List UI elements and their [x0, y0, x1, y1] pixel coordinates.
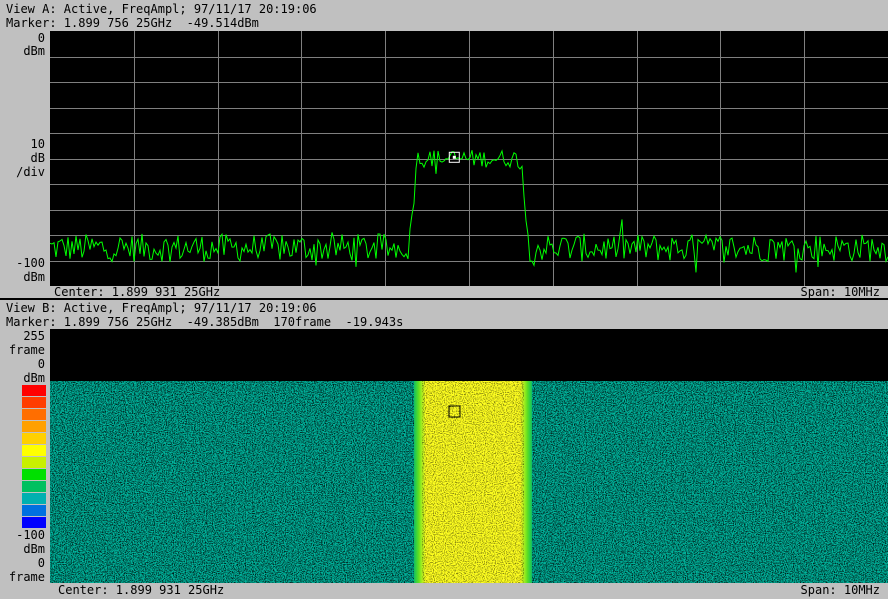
view-a-y-bottom-unit: dBm	[23, 270, 45, 284]
view-b-title: View B: Active, FreqAmpl; 97/11/17 20:19…	[6, 301, 317, 315]
view-a-scale-value: 10	[30, 137, 45, 151]
view-a-scale-unit: dB	[30, 151, 45, 165]
color-scale-swatch	[22, 517, 46, 528]
view-b-color-top-value: 0	[37, 357, 45, 371]
view-b-center-frequency: Center: 1.899 931 25GHz	[58, 583, 225, 597]
color-scale-swatch	[22, 493, 46, 504]
color-scale-swatch	[22, 469, 46, 480]
view-a-y-top-unit: dBm	[23, 44, 45, 58]
color-scale-swatch	[22, 421, 46, 432]
view-a-title: View A: Active, FreqAmpl; 97/11/17 20:19…	[6, 2, 317, 16]
spectrogram-waterfall	[50, 381, 888, 583]
spectrogram-plot[interactable]	[50, 329, 888, 583]
color-scale-swatch	[22, 397, 46, 408]
view-b-frame-top-value: 255	[23, 329, 45, 343]
view-b-frame-bottom-unit: frame	[8, 570, 45, 584]
view-a-marker-readout: Marker: 1.899 756 25GHz -49.514dBm	[6, 16, 259, 30]
color-scale-swatch	[22, 445, 46, 456]
color-scale-swatch	[22, 433, 46, 444]
color-scale-swatch	[22, 385, 46, 396]
view-b-color-bottom-unit: dBm	[23, 542, 45, 556]
color-scale-swatch	[22, 505, 46, 516]
marker-dot	[452, 155, 456, 159]
view-b-frame-bottom-value: 0	[37, 556, 45, 570]
view-b-marker-readout: Marker: 1.899 756 25GHz -49.385dBm 170fr…	[6, 315, 404, 329]
spectrogram-empty-region	[50, 329, 888, 381]
view-divider	[0, 298, 888, 300]
view-b-color-top-unit: dBm	[23, 371, 45, 385]
color-scale-swatch	[22, 457, 46, 468]
view-a-y-bottom-value: -100	[16, 256, 45, 270]
view-b-frame-top-unit: frame	[8, 343, 45, 357]
spectrum-trace-plot[interactable]	[50, 31, 888, 286]
view-a-scale-per: /div	[16, 165, 45, 179]
color-scale-swatch	[22, 409, 46, 420]
color-scale-swatch	[22, 481, 46, 492]
view-b-color-bottom-value: -100	[16, 528, 45, 542]
view-b-span: Span: 10MHz	[800, 583, 880, 597]
